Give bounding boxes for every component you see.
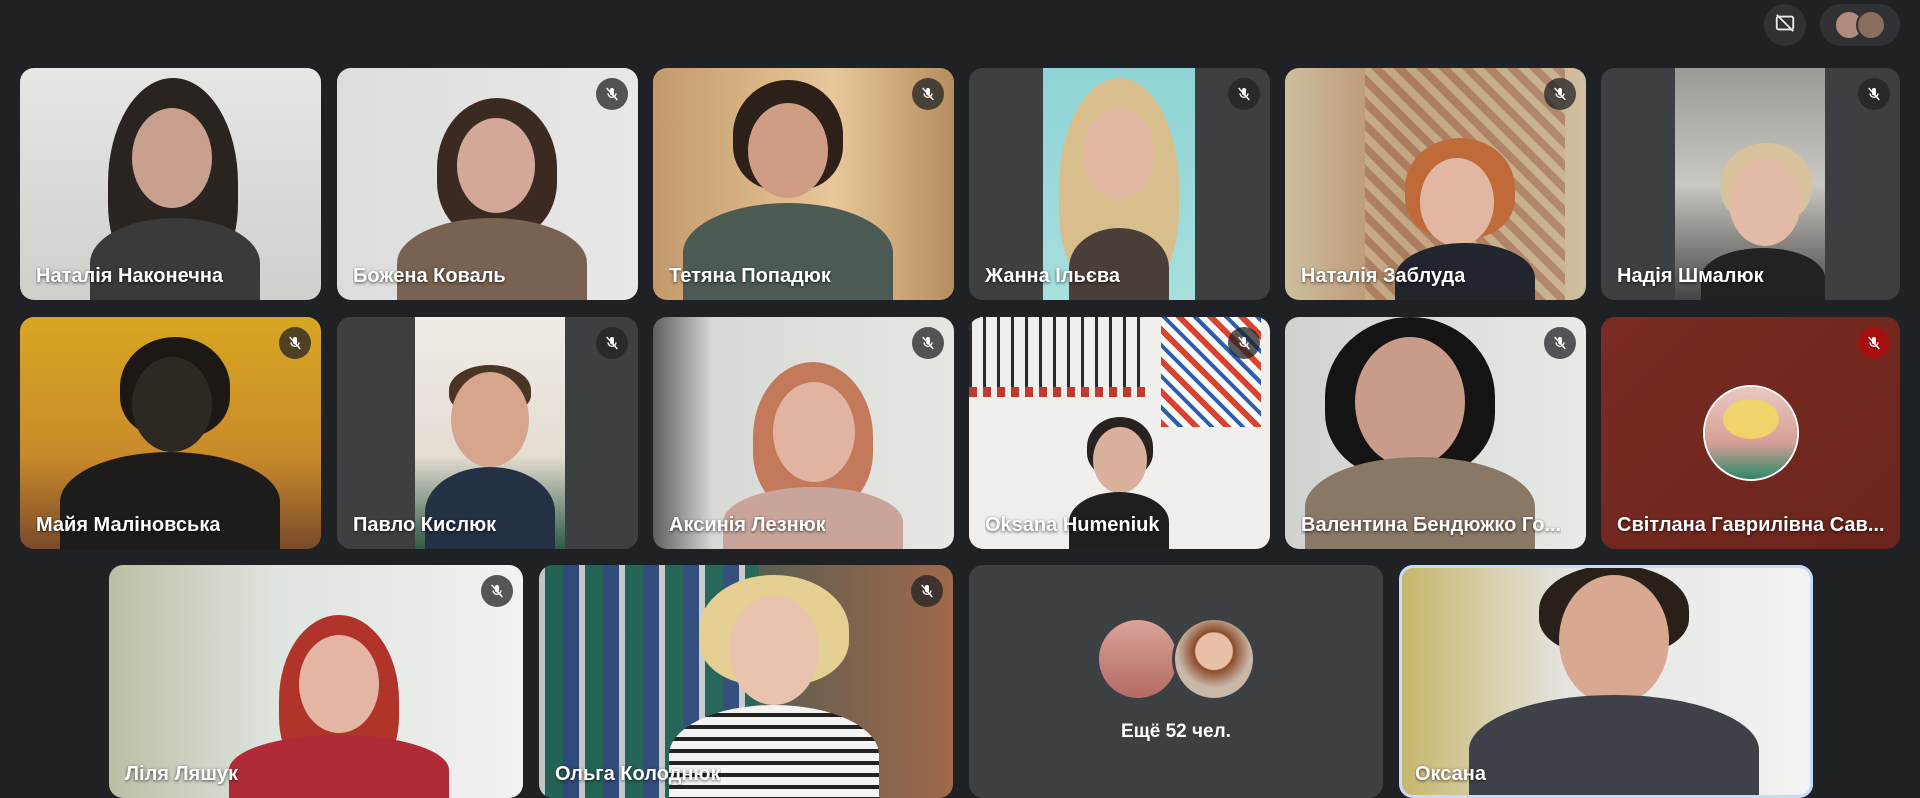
participant-tile[interactable]: Валентина Бендюжко Го... xyxy=(1285,317,1586,549)
participant-tile[interactable]: Ліля Ляшук xyxy=(109,565,523,798)
participant-tile[interactable]: Надія Шмалюк xyxy=(1601,68,1900,300)
muted-mic-icon xyxy=(912,78,944,110)
participant-name: Наталія Наконечна xyxy=(36,265,224,287)
participant-name: Ольга Колоднюк xyxy=(555,763,721,785)
muted-mic-icon xyxy=(1544,78,1576,110)
muted-mic-icon xyxy=(596,327,628,359)
participant-tile-active-speaker[interactable]: Оксана xyxy=(1399,565,1813,798)
participant-tile[interactable]: Тетяна Попадюк xyxy=(653,68,954,300)
participant-name: Світлана Гаврилівна Сав... xyxy=(1617,514,1885,536)
participant-name: Божена Коваль xyxy=(353,265,506,287)
participant-tile[interactable]: Oksana Humeniuk xyxy=(969,317,1270,549)
avatar xyxy=(1702,385,1799,481)
participant-name: Наталія Заблуда xyxy=(1301,265,1466,287)
participant-tile[interactable]: Наталія Заблуда xyxy=(1285,68,1586,300)
participant-tile[interactable]: Майя Маліновська xyxy=(20,317,321,549)
participant-avatar xyxy=(1856,10,1886,40)
muted-mic-icon xyxy=(1228,78,1260,110)
hide-tiles-button[interactable] xyxy=(1764,4,1806,46)
participant-name: Ліля Ляшук xyxy=(125,763,239,785)
participant-name: Оксана xyxy=(1415,763,1486,785)
participant-tile[interactable]: Божена Коваль xyxy=(337,68,638,300)
participants-button[interactable] xyxy=(1820,4,1900,46)
avatar xyxy=(1096,617,1180,701)
muted-mic-icon xyxy=(596,78,628,110)
participant-tile[interactable]: Жанна Ільєва xyxy=(969,68,1270,300)
muted-mic-icon xyxy=(1858,327,1890,359)
top-bar xyxy=(0,0,1920,60)
avatar xyxy=(1172,617,1256,701)
muted-mic-icon xyxy=(1544,327,1576,359)
participant-name: Павло Кислюк xyxy=(353,514,497,536)
muted-mic-icon xyxy=(481,575,513,607)
participant-name: Надія Шмалюк xyxy=(1617,265,1764,287)
overflow-count-label: Ещё 52 чел. xyxy=(1121,721,1231,742)
participant-tile[interactable]: Наталія Наконечна xyxy=(20,68,321,300)
participant-name: Аксинія Лезнюк xyxy=(669,514,826,536)
overflow-tile[interactable]: Ещё 52 чел. xyxy=(969,565,1383,798)
participant-tile[interactable]: Світлана Гаврилівна Сав... xyxy=(1601,317,1900,549)
hide-tiles-icon xyxy=(1774,12,1796,39)
participant-tile[interactable]: Ольга Колоднюк xyxy=(539,565,953,798)
participant-name: Тетяна Попадюк xyxy=(669,265,831,287)
participant-name: Майя Маліновська xyxy=(36,514,221,536)
participant-name: Валентина Бендюжко Го... xyxy=(1301,514,1562,536)
muted-mic-icon xyxy=(279,327,311,359)
muted-mic-icon xyxy=(1228,327,1260,359)
muted-mic-icon xyxy=(911,575,943,607)
participant-name: Жанна Ільєва xyxy=(985,265,1121,287)
participant-tile[interactable]: Аксинія Лезнюк xyxy=(653,317,954,549)
participant-name: Oksana Humeniuk xyxy=(985,514,1160,536)
muted-mic-icon xyxy=(912,327,944,359)
muted-mic-icon xyxy=(1858,78,1890,110)
participant-tile[interactable]: Павло Кислюк xyxy=(337,317,638,549)
